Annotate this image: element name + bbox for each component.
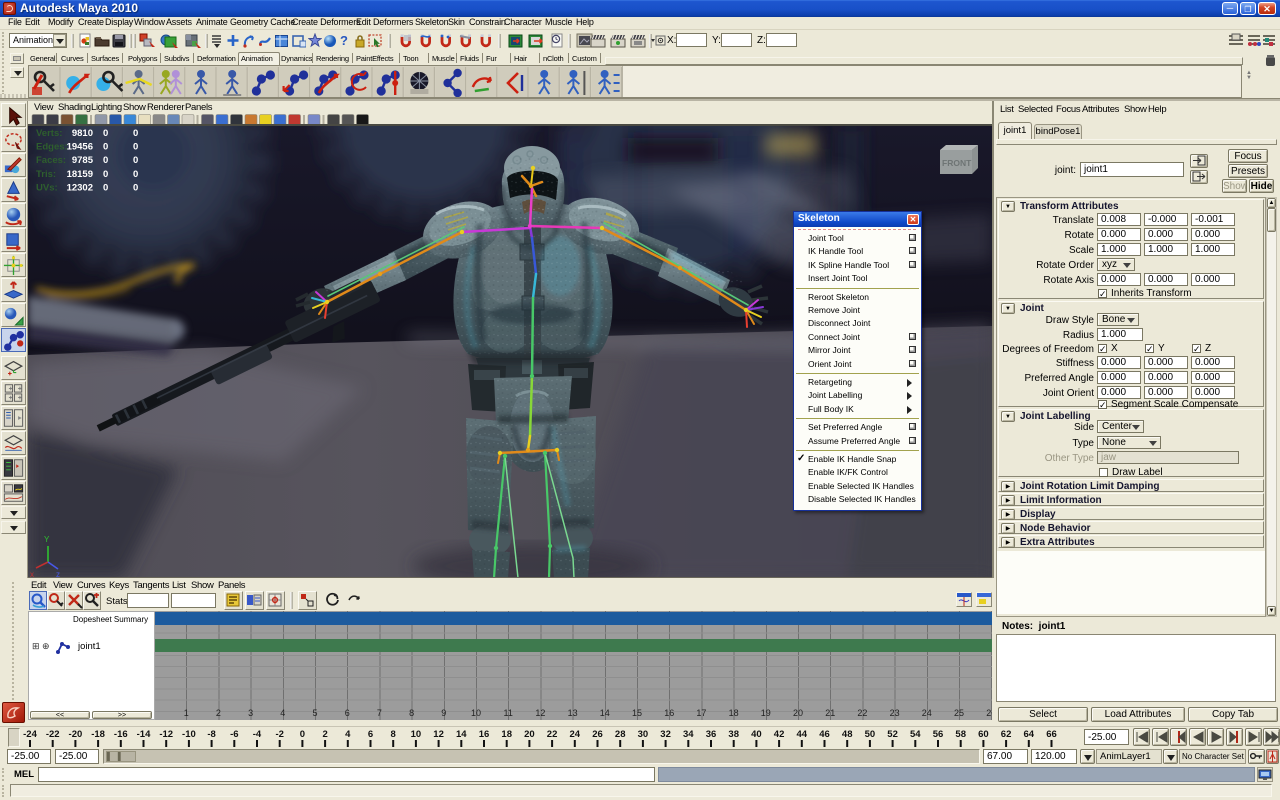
svg-text:0: 0 [103, 155, 108, 166]
svg-text:-12: -12 [159, 729, 173, 740]
svg-text:26: 26 [592, 729, 603, 740]
svg-text:9810: 9810 [72, 128, 93, 139]
svg-text:36: 36 [706, 729, 717, 740]
svg-text:24: 24 [570, 729, 581, 740]
svg-text:-10: -10 [182, 729, 196, 740]
svg-text:2: 2 [322, 729, 327, 740]
svg-text:-2: -2 [275, 729, 283, 740]
svg-text:4: 4 [345, 729, 351, 740]
svg-text:42: 42 [774, 729, 785, 740]
svg-text:40: 40 [751, 729, 762, 740]
svg-text:38: 38 [728, 729, 739, 740]
svg-text:7: 7 [377, 708, 382, 718]
svg-text:Tris:: Tris: [36, 169, 56, 180]
svg-text:16: 16 [664, 708, 674, 718]
svg-text:24: 24 [922, 708, 932, 718]
svg-text:UVs:: UVs: [36, 182, 58, 193]
svg-text:30: 30 [638, 729, 649, 740]
svg-text:-24: -24 [23, 729, 37, 740]
svg-text:Edges:: Edges: [36, 142, 68, 153]
svg-text:19: 19 [761, 708, 771, 718]
svg-text:0: 0 [103, 128, 108, 139]
svg-text:22: 22 [547, 729, 558, 740]
svg-text:Verts:: Verts: [36, 128, 62, 139]
svg-text:54: 54 [910, 729, 921, 740]
svg-text:11: 11 [504, 708, 513, 718]
svg-text:-16: -16 [114, 729, 128, 740]
svg-text:9785: 9785 [72, 155, 94, 166]
svg-text:25: 25 [954, 708, 964, 718]
svg-text:32: 32 [660, 729, 671, 740]
svg-text:18: 18 [501, 729, 512, 740]
svg-text:0: 0 [103, 169, 108, 180]
svg-text:28: 28 [615, 729, 626, 740]
svg-text:20: 20 [524, 729, 535, 740]
svg-text:46: 46 [819, 729, 830, 740]
svg-text:13: 13 [568, 708, 578, 718]
svg-text:34: 34 [683, 729, 694, 740]
svg-text:1: 1 [184, 708, 189, 718]
svg-text:-20: -20 [69, 729, 83, 740]
svg-text:20: 20 [793, 708, 803, 718]
svg-text:22: 22 [857, 708, 867, 718]
svg-text:16: 16 [479, 729, 490, 740]
svg-text:18: 18 [729, 708, 739, 718]
svg-text:5: 5 [312, 708, 317, 718]
svg-text:14: 14 [456, 729, 467, 740]
svg-text:17: 17 [696, 708, 706, 718]
svg-text:56: 56 [933, 729, 944, 740]
svg-text:FRONT: FRONT [942, 158, 972, 168]
svg-text:8: 8 [391, 729, 396, 740]
svg-text:26: 26 [986, 708, 992, 718]
svg-text:10: 10 [411, 729, 422, 740]
svg-text:-6: -6 [230, 729, 238, 740]
svg-text:0: 0 [133, 128, 138, 139]
svg-text:0: 0 [133, 155, 138, 166]
svg-text:10: 10 [471, 708, 481, 718]
svg-text:64: 64 [1024, 729, 1035, 740]
svg-text:12: 12 [433, 729, 444, 740]
svg-text:15: 15 [632, 708, 642, 718]
svg-text:-8: -8 [207, 729, 215, 740]
svg-text:52: 52 [887, 729, 898, 740]
svg-text:60: 60 [978, 729, 989, 740]
svg-text:Faces:: Faces: [36, 155, 66, 166]
svg-text:9: 9 [441, 708, 446, 718]
svg-text:66: 66 [1046, 729, 1057, 740]
svg-text:6: 6 [368, 729, 373, 740]
svg-text:0: 0 [133, 142, 138, 153]
svg-text:19456: 19456 [67, 142, 93, 153]
svg-text:18159: 18159 [67, 169, 93, 180]
svg-text:0: 0 [103, 182, 108, 193]
svg-text:0: 0 [300, 729, 305, 740]
svg-text:23: 23 [890, 708, 900, 718]
svg-text:12: 12 [535, 708, 545, 718]
svg-text:-22: -22 [46, 729, 60, 740]
svg-text:50: 50 [865, 729, 876, 740]
svg-text:58: 58 [955, 729, 966, 740]
svg-text:44: 44 [797, 729, 808, 740]
svg-text:4: 4 [280, 708, 285, 718]
svg-text:62: 62 [1001, 729, 1012, 740]
svg-text:Y: Y [44, 535, 50, 544]
svg-text:8: 8 [409, 708, 414, 718]
svg-text:-4: -4 [253, 729, 262, 740]
svg-text:-18: -18 [91, 729, 105, 740]
svg-text:21: 21 [825, 708, 835, 718]
svg-text:6: 6 [345, 708, 350, 718]
svg-text:14: 14 [600, 708, 610, 718]
svg-text:3: 3 [248, 708, 253, 718]
svg-text:-14: -14 [137, 729, 151, 740]
svg-text:0: 0 [133, 169, 138, 180]
svg-text:2: 2 [216, 708, 221, 718]
svg-text:0: 0 [103, 142, 108, 153]
svg-text:12302: 12302 [67, 182, 93, 193]
svg-text:0: 0 [133, 182, 138, 193]
svg-text:48: 48 [842, 729, 853, 740]
